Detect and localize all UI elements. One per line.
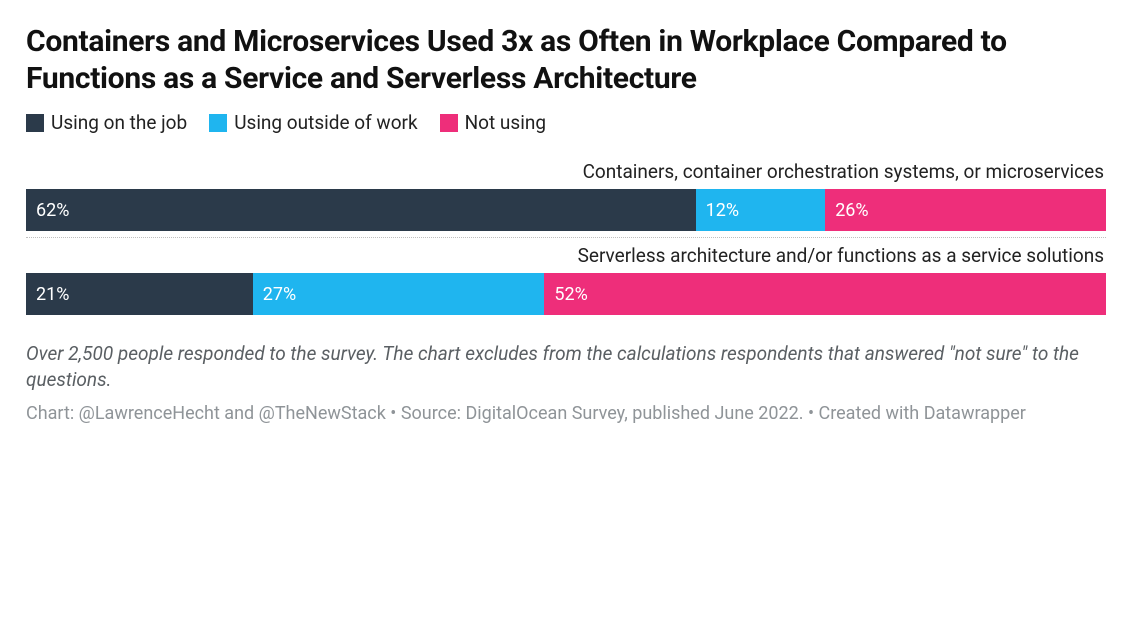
stacked-bar: 62% 12% 26% [26, 189, 1106, 231]
bar-segment-using-outside-of-work: 27% [253, 273, 545, 315]
legend-item-using-on-the-job: Using on the job [26, 111, 187, 134]
stacked-bar-chart: Containers, container orchestration syst… [26, 160, 1106, 315]
legend-label: Using on the job [51, 111, 187, 134]
swatch-icon [440, 114, 458, 132]
bar-segment-not-using: 26% [825, 189, 1106, 231]
bar-segment-using-on-the-job: 21% [26, 273, 253, 315]
stacked-bar: 21% 27% 52% [26, 273, 1106, 315]
row-label: Serverless architecture and/or functions… [26, 244, 1106, 267]
row-divider [26, 237, 1106, 238]
bar-segment-not-using: 52% [544, 273, 1106, 315]
bar-segment-using-on-the-job: 62% [26, 189, 696, 231]
swatch-icon [209, 114, 227, 132]
legend-label: Using outside of work [234, 111, 417, 134]
bar-row-serverless: Serverless architecture and/or functions… [26, 244, 1106, 315]
chart-credit: Chart: @LawrenceHecht and @TheNewStack •… [26, 402, 1106, 426]
bar-row-containers: Containers, container orchestration syst… [26, 160, 1106, 231]
legend-label: Not using [465, 111, 546, 134]
legend-item-not-using: Not using [440, 111, 546, 134]
chart-title: Containers and Microservices Used 3x as … [26, 24, 1086, 97]
chart-footnote: Over 2,500 people responded to the surve… [26, 341, 1106, 392]
swatch-icon [26, 114, 44, 132]
legend-item-using-outside-of-work: Using outside of work [209, 111, 417, 134]
bar-segment-using-outside-of-work: 12% [696, 189, 826, 231]
legend: Using on the job Using outside of work N… [26, 111, 1106, 134]
row-label: Containers, container orchestration syst… [26, 160, 1106, 183]
